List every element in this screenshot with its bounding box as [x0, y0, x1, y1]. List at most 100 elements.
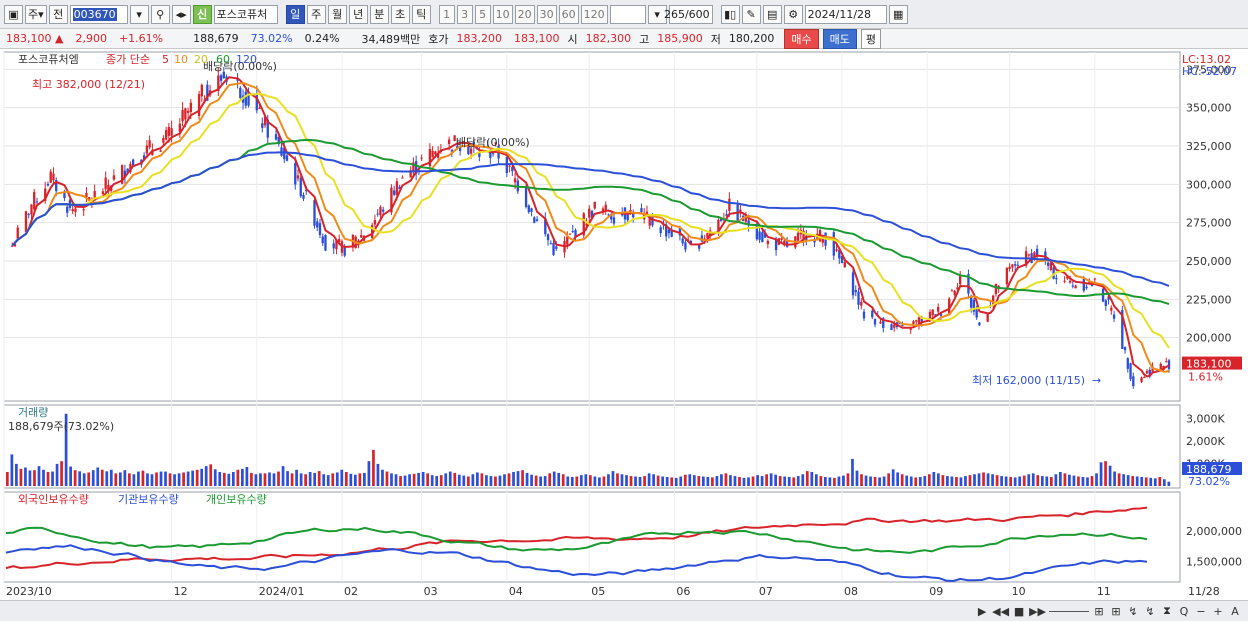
eval-button[interactable]: 평: [860, 28, 882, 49]
period-minute-tab[interactable]: 분: [369, 4, 389, 24]
interval-120[interactable]: 120: [580, 4, 608, 24]
layout-grid-icon[interactable]: ⊞: [1092, 605, 1106, 618]
volume-bar: [304, 474, 307, 486]
interval-20[interactable]: 20: [514, 4, 535, 24]
volume-bar: [19, 468, 23, 486]
interval-custom-input[interactable]: [609, 4, 646, 24]
volume-bar: [828, 477, 832, 486]
history-icon[interactable]: ⧗: [1160, 604, 1174, 618]
volume-bar: [326, 475, 330, 486]
speaker-icon[interactable]: ◂▸: [171, 4, 191, 24]
period-second-tab[interactable]: 초: [390, 4, 410, 24]
period-tick-tab[interactable]: 틱: [411, 4, 431, 24]
code-dropdown-icon[interactable]: ▾: [129, 4, 149, 24]
interval-1[interactable]: 1: [438, 4, 455, 24]
volume-bar: [173, 474, 176, 486]
interval-60[interactable]: 60: [558, 4, 579, 24]
candle-body: [546, 234, 550, 241]
interval-10[interactable]: 10: [492, 4, 513, 24]
candle-body: [832, 232, 835, 256]
candle-body: [1140, 377, 1143, 382]
period-day-tab[interactable]: 일: [285, 4, 305, 24]
candle-body: [1159, 363, 1162, 369]
bar-count-field[interactable]: 265/600: [664, 4, 713, 24]
search-icon[interactable]: ⚲: [150, 4, 170, 24]
stock-chart[interactable]: 375,000350,000325,000300,000275,000250,0…: [0, 50, 1248, 600]
font-size-icon[interactable]: A: [1228, 605, 1242, 618]
scroll-slider[interactable]: [1049, 610, 1089, 612]
period-week-tab[interactable]: 주: [306, 4, 326, 24]
rewind-icon[interactable]: ◀◀: [992, 605, 1009, 618]
candle-body: [324, 235, 327, 251]
sell-button[interactable]: 매도: [822, 28, 857, 49]
candle-body: [197, 94, 201, 116]
low-annotation: 최저 162,000 (11/15): [972, 374, 1085, 387]
zoom-out-icon[interactable]: −: [1194, 605, 1208, 618]
interval-30[interactable]: 30: [536, 4, 557, 24]
volume-bar: [733, 476, 737, 486]
buy-button[interactable]: 매수: [784, 28, 819, 49]
candle-type-icon[interactable]: ▮▯: [720, 4, 740, 24]
candle-body: [860, 301, 863, 306]
interval-5[interactable]: 5: [474, 4, 491, 24]
period-mode-select[interactable]: 주 ▾: [25, 4, 47, 24]
volume-bar: [1031, 473, 1035, 486]
volume-bar: [1167, 481, 1171, 486]
volume-bar: [864, 475, 868, 486]
bottom-toolbar: ▶ ◀◀ ■ ▶▶ ⊞ ⊞ ↯ ↯ ⧗ Q − + A: [0, 600, 1248, 621]
gear-icon[interactable]: ⚙: [783, 4, 803, 24]
calendar-icon[interactable]: ▦: [888, 4, 908, 24]
volume-bar: [683, 474, 687, 486]
candle-body: [796, 232, 800, 241]
fast-forward-icon[interactable]: ▶▶: [1029, 605, 1046, 618]
zoom-in-icon[interactable]: +: [1211, 605, 1225, 618]
save-icon[interactable]: ▤: [762, 4, 782, 24]
candle-body: [640, 208, 643, 213]
volume-bar: [769, 473, 773, 486]
layout-split-icon[interactable]: ⊞: [1109, 605, 1123, 618]
volume-bar: [213, 469, 217, 486]
candle-body: [74, 208, 77, 212]
trend-tool-icon[interactable]: ↯: [1126, 605, 1140, 618]
candle-body: [1126, 358, 1129, 369]
layout-icon[interactable]: ▣: [4, 4, 23, 24]
candle-body: [145, 145, 149, 154]
volume-bar: [530, 474, 533, 486]
volume-bar: [905, 475, 909, 486]
price-change-pct: +1.61%: [118, 32, 164, 45]
date-field[interactable]: 2024/11/28: [804, 4, 887, 24]
candle-body: [1132, 376, 1135, 387]
candle-body: [33, 191, 36, 210]
volume-bar: [887, 473, 890, 486]
volume-bar: [679, 476, 683, 486]
draw-tool-icon[interactable]: ✎: [741, 4, 761, 24]
interval-3[interactable]: 3: [456, 4, 473, 24]
stock-code-input[interactable]: 003670: [69, 4, 128, 24]
period-month-tab[interactable]: 월: [327, 4, 347, 24]
line-tool-icon[interactable]: ↯: [1143, 605, 1157, 618]
stop-icon[interactable]: ■: [1012, 605, 1026, 618]
volume-bar: [584, 474, 588, 486]
date-tick-label: 06: [676, 585, 690, 598]
volume-bar: [290, 473, 294, 486]
candle-body: [1027, 254, 1031, 256]
period-year-tab[interactable]: 년: [348, 4, 368, 24]
chart-area[interactable]: 375,000 350,000 325,000 300,000 275,000 250,0…: [0, 50, 1248, 600]
volume-bar: [417, 472, 420, 486]
volume-bar: [936, 473, 940, 486]
volume-bar: [570, 476, 574, 486]
volume-bar: [656, 475, 660, 486]
date-tick-label: 10: [1012, 585, 1026, 598]
volume-bar: [227, 473, 231, 486]
volume-bar: [968, 475, 972, 486]
zoom-icon[interactable]: Q: [1177, 605, 1191, 618]
candle-body: [181, 109, 184, 122]
volume-bar: [756, 475, 759, 486]
candle-body: [909, 328, 912, 330]
volume-bar: [109, 469, 113, 486]
play-icon[interactable]: ▶: [975, 605, 989, 618]
candle-body: [1123, 347, 1127, 351]
prev-button[interactable]: 전: [48, 4, 68, 24]
volume-bar: [281, 466, 285, 486]
date-end-label: 11/28: [1188, 585, 1220, 598]
